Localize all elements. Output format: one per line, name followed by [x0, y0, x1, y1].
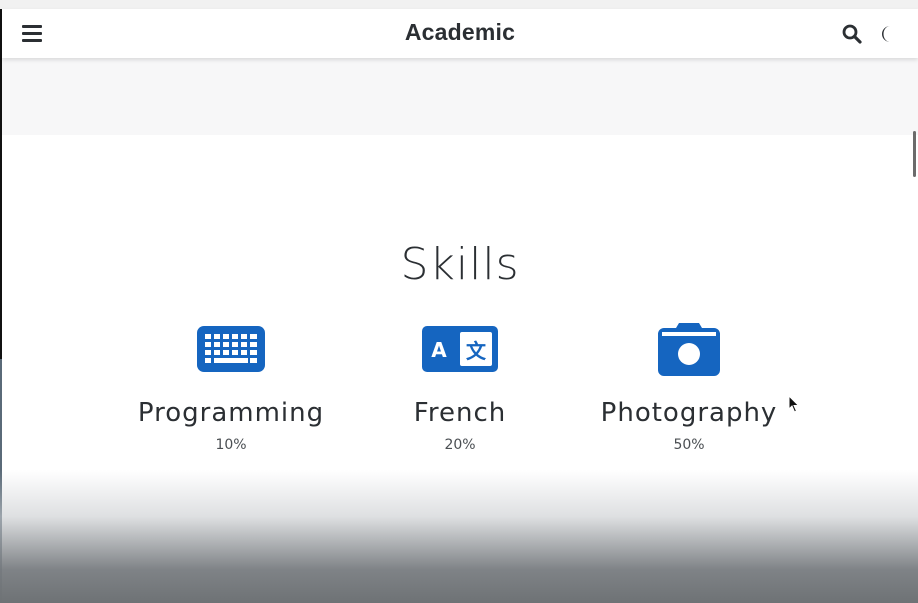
skill-item-programming: Programming 10%: [111, 319, 351, 453]
skill-name: Photography: [600, 398, 778, 428]
skill-item-french: A 文 French 20%: [340, 319, 580, 453]
svg-text:A: A: [431, 338, 447, 362]
skill-percent: 10%: [215, 437, 247, 453]
skill-percent: 50%: [673, 437, 705, 453]
skill-item-photography: Photography 50%: [569, 319, 809, 453]
page: Academic Skills Programming 10% A 文 Fren…: [0, 0, 918, 603]
camera-icon: [569, 319, 809, 379]
skill-percent: 20%: [444, 437, 476, 453]
bottom-fade-overlay: [0, 470, 918, 603]
language-icon: A 文: [340, 319, 580, 379]
mouse-cursor-icon: [788, 394, 800, 413]
skill-name: Programming: [137, 398, 325, 428]
skill-name: French: [413, 398, 507, 428]
svg-text:文: 文: [466, 339, 487, 363]
site-brand[interactable]: Academic: [2, 19, 918, 46]
keyboard-icon: [111, 319, 351, 379]
hero-band: [2, 58, 918, 135]
moon-icon[interactable]: [877, 23, 899, 45]
search-icon[interactable]: [841, 23, 863, 45]
scrollbar-thumb[interactable]: [913, 131, 916, 177]
section-title: Skills: [400, 239, 520, 290]
top-navbar: Academic: [2, 9, 918, 58]
